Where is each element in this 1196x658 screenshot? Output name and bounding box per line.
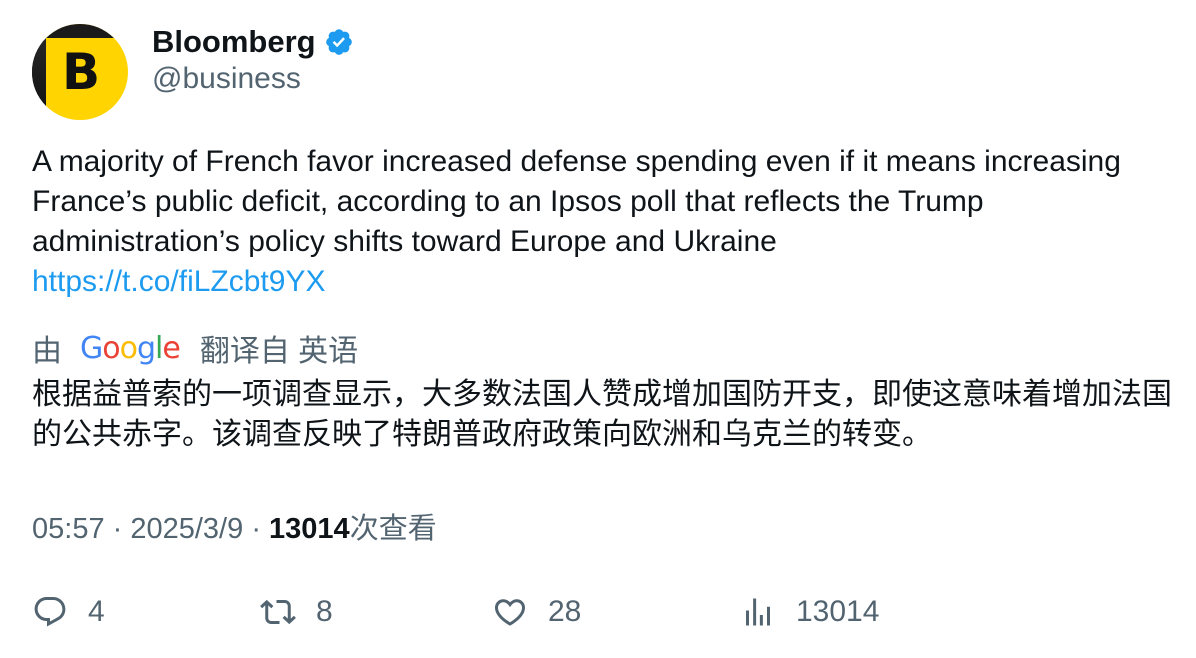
google-logo: Google (80, 330, 181, 366)
author-handle[interactable]: @business (152, 62, 301, 96)
tweet-meta: 05:57 · 2025/3/9 · 13014次查看 (32, 505, 437, 547)
tweet-time[interactable]: 05:57 (32, 513, 105, 545)
views-count: 13014 (269, 513, 350, 545)
avatar-edge-top (32, 24, 128, 38)
action-bar: 4 8 28 13014 (0, 590, 1196, 634)
like-button[interactable]: 28 (492, 590, 581, 634)
views-action-count: 13014 (796, 595, 880, 628)
translated-text: 根据益普索的一项调查显示，大多数法国人赞成增加国防开支，即使这意味着增加法国的公… (32, 377, 1172, 452)
translated-by-label: 由 (32, 335, 62, 368)
reply-count: 4 (88, 595, 105, 628)
meta-separator: · (251, 513, 270, 545)
tweet-card: B Bloomberg @business A majority of Fren… (0, 0, 1196, 658)
tweet-text: A majority of French favor increased def… (32, 145, 1121, 258)
analytics-icon (746, 598, 770, 626)
translated-from-label[interactable]: 翻译自 英语 (200, 326, 358, 370)
author-name[interactable]: Bloomberg (152, 24, 316, 60)
tweet-body: A majority of French favor increased def… (32, 142, 1162, 302)
reply-icon (34, 597, 66, 627)
heart-icon (494, 599, 526, 626)
retweet-count: 8 (316, 595, 333, 628)
avatar-edge-left (32, 24, 46, 120)
tweet-link[interactable]: https://t.co/fiLZcbt9YX (32, 262, 1162, 302)
author-name-row: Bloomberg (152, 24, 354, 60)
translation-attribution: 由 Google 翻译自 英语 (32, 326, 358, 370)
retweet-icon (260, 599, 296, 625)
like-count: 28 (548, 595, 582, 628)
views-label: 次查看 (349, 513, 437, 545)
reply-button[interactable]: 4 (32, 590, 105, 634)
retweet-button[interactable]: 8 (260, 590, 333, 634)
avatar[interactable]: B (32, 24, 128, 120)
avatar-letter: B (62, 43, 101, 101)
meta-separator: · (112, 513, 131, 545)
tweet-date[interactable]: 2025/3/9 (130, 513, 243, 545)
verified-badge-icon (324, 27, 354, 57)
views-button[interactable]: 13014 (740, 590, 879, 634)
